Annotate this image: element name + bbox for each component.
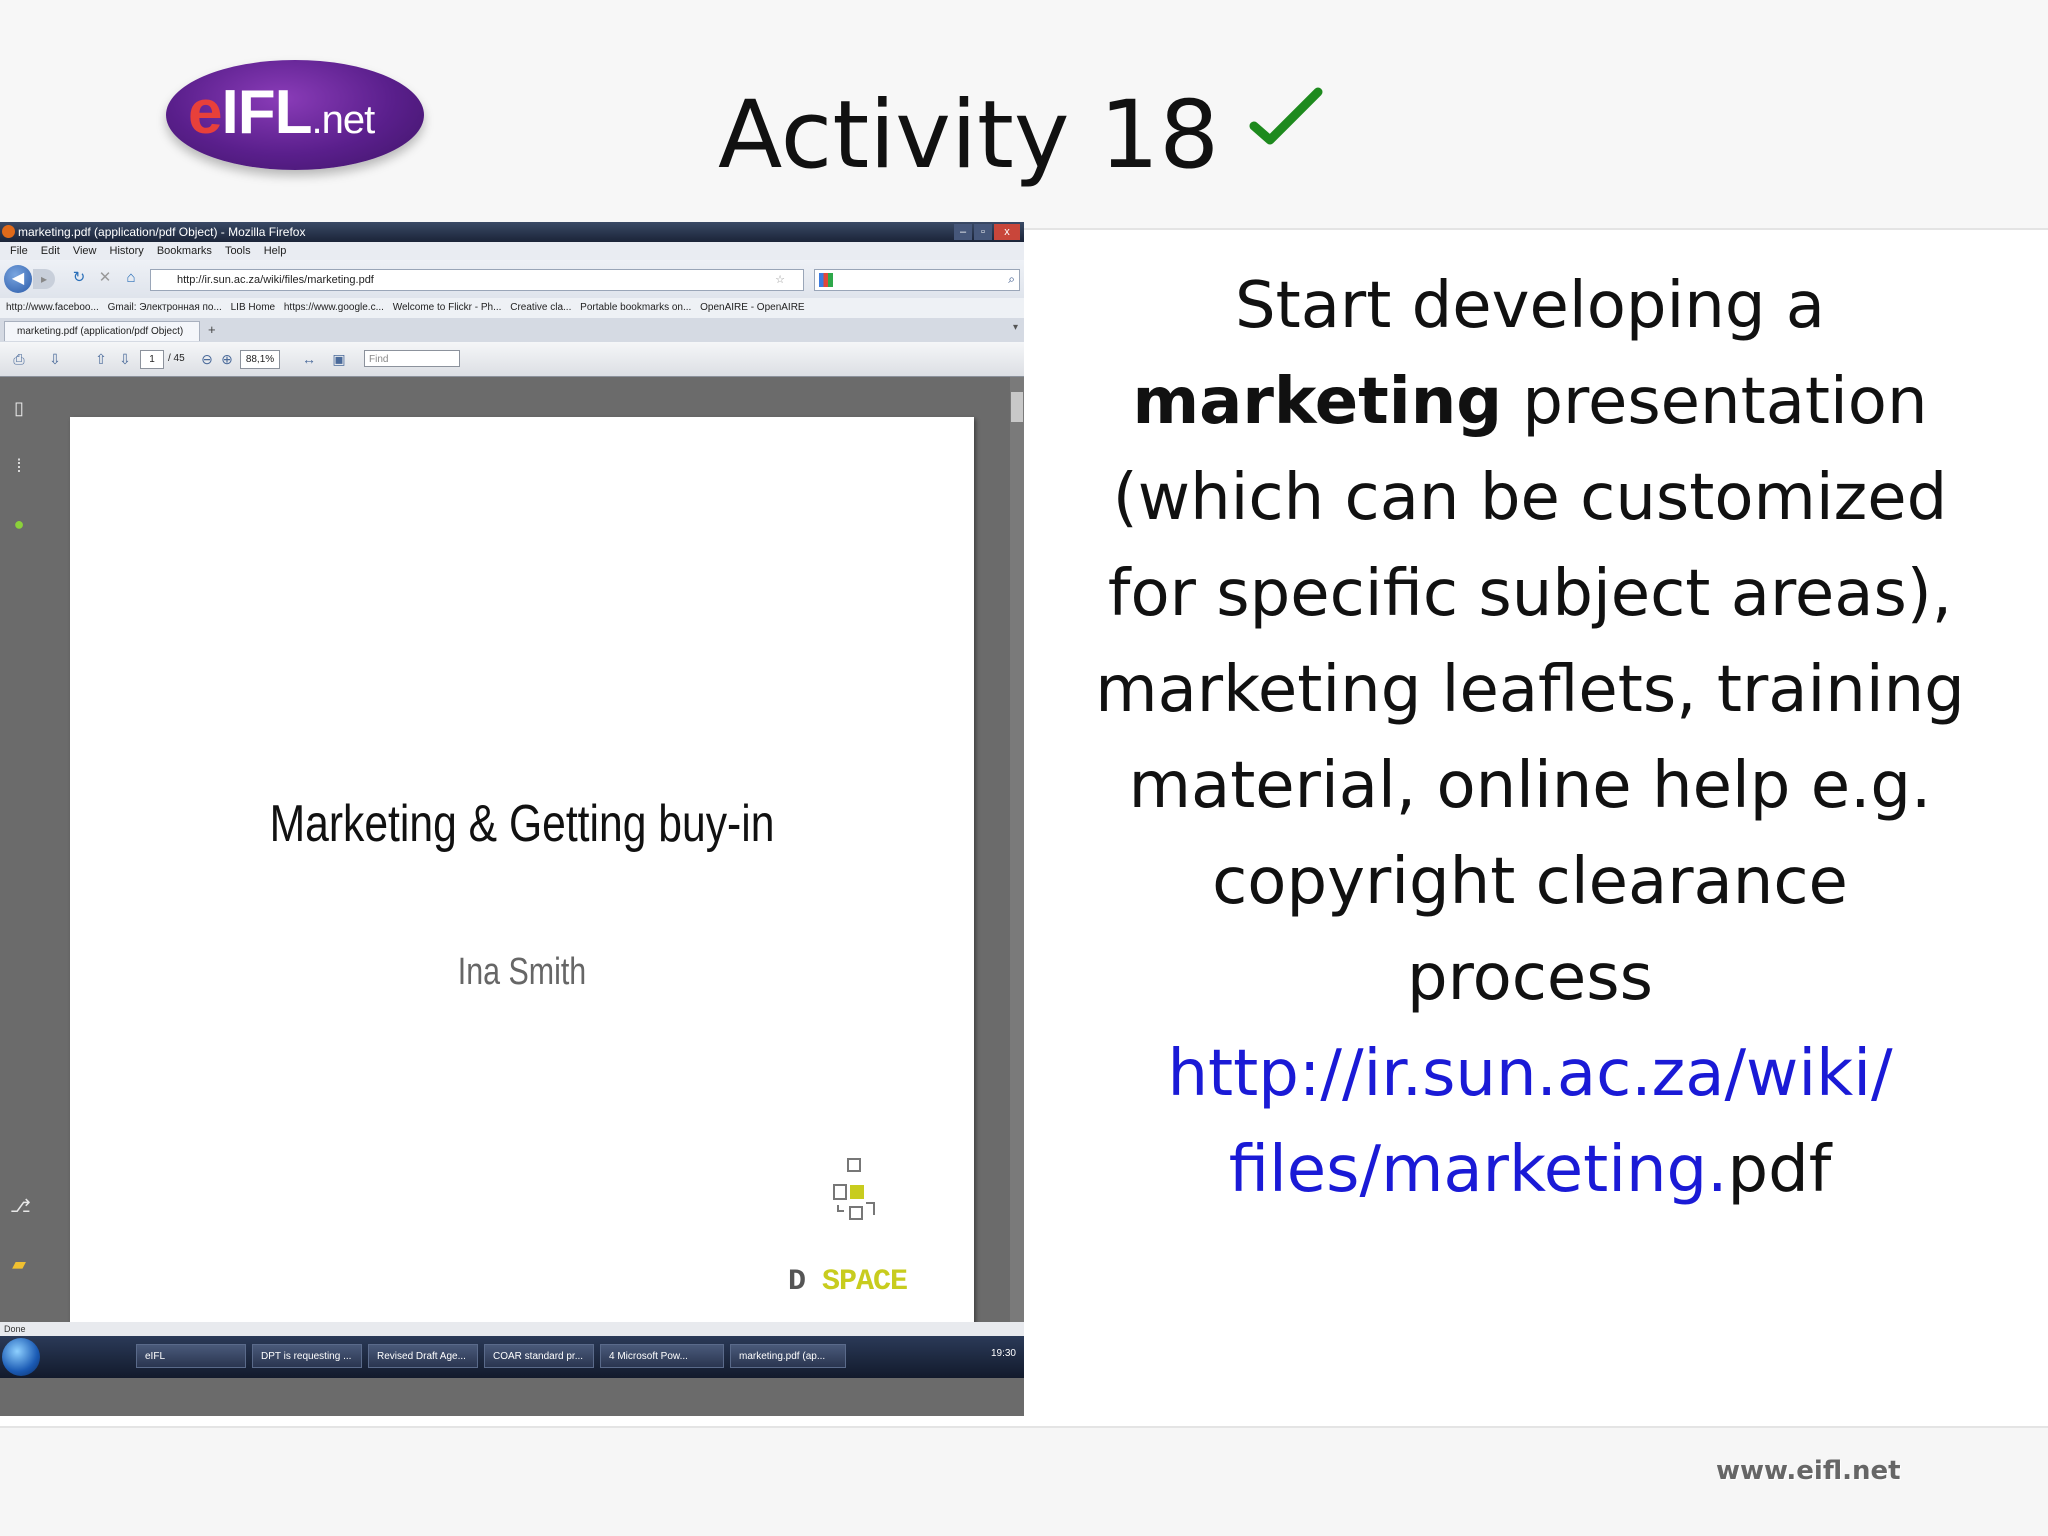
bookmark-item[interactable]: LIB Home	[231, 302, 275, 313]
back-button[interactable]: ◀	[4, 265, 32, 293]
pdf-side-panel: ▯ ⁞ ● ⎇ ▰	[0, 377, 40, 1322]
taskbar-clock: 19:30	[990, 1348, 1016, 1359]
dspace-logo-text: D SPACE	[788, 1265, 908, 1299]
search-field[interactable]: ⌕	[814, 269, 1020, 291]
page-count: / 45	[168, 353, 185, 364]
menu-history[interactable]: History	[110, 245, 144, 257]
tab-marketing-pdf[interactable]: marketing.pdf (application/pdf Object)	[4, 321, 200, 341]
eifl-logo-text: eIFL.net	[188, 78, 375, 147]
fit-width-icon[interactable]: ↔	[300, 350, 318, 368]
body-rest: presentation (which can be customized fo…	[1095, 365, 1965, 1015]
reload-icon[interactable]: ↻	[70, 269, 88, 287]
taskbar-item[interactable]: eIFL	[136, 1344, 246, 1368]
zoom-in-icon[interactable]: ⊕	[218, 350, 236, 368]
bookmark-item[interactable]: Welcome to Flickr - Ph...	[393, 302, 502, 313]
google-icon	[819, 273, 833, 287]
start-button[interactable]	[2, 1338, 40, 1376]
checkmark-icon	[1249, 87, 1323, 145]
next-page-icon[interactable]: ⇩	[116, 350, 134, 368]
url-text: http://ir.sun.ac.za/wiki/files/marketing…	[177, 274, 374, 286]
url-field[interactable]: http://ir.sun.ac.za/wiki/files/marketing…	[150, 269, 804, 291]
bookmark-item[interactable]: https://www.google.c...	[284, 302, 384, 313]
embedded-browser-screenshot: marketing.pdf (application/pdf Object) -…	[0, 222, 1024, 1416]
navigation-toolbar: ◀ ▸ ↻ ✕ ⌂ http://ir.sun.ac.za/wiki/files…	[0, 260, 1024, 298]
marketing-link-continued[interactable]: files/marketing.	[1229, 1133, 1728, 1207]
menu-tools[interactable]: Tools	[225, 245, 251, 257]
close-button[interactable]: x	[994, 224, 1020, 240]
print-icon[interactable]: ⎙	[10, 350, 28, 368]
bookmark-item[interactable]: Gmail: Электронная по...	[108, 302, 222, 313]
taskbar-item[interactable]: 4 Microsoft Pow...	[600, 1344, 724, 1368]
forward-button[interactable]: ▸	[33, 269, 55, 289]
home-icon[interactable]: ⌂	[122, 269, 140, 287]
marketing-link[interactable]: http://ir.sun.ac.za/wiki/	[1167, 1037, 1892, 1111]
pdf-page: Marketing & Getting buy-in Ina Smith D S…	[70, 417, 974, 1329]
bookmark-item[interactable]: Creative cla...	[510, 302, 571, 313]
attachment-icon[interactable]: ⎇	[10, 1195, 31, 1217]
firefox-icon	[2, 225, 15, 238]
find-input[interactable]: Find	[364, 350, 460, 367]
save-icon[interactable]: ⇩	[46, 350, 64, 368]
maximize-button[interactable]: ▫	[974, 224, 992, 240]
windows-taskbar: eIFL DPT is requesting ... Revised Draft…	[0, 1336, 1024, 1378]
taskbar-item[interactable]: Revised Draft Age...	[368, 1344, 478, 1368]
taskbar-item[interactable]: marketing.pdf (ap...	[730, 1344, 846, 1368]
footer-url: www.eifl.net	[1716, 1456, 1901, 1486]
new-tab-button[interactable]: +	[208, 322, 216, 337]
prev-page-icon[interactable]: ⇧	[92, 350, 110, 368]
menu-edit[interactable]: Edit	[41, 245, 60, 257]
menu-help[interactable]: Help	[264, 245, 287, 257]
window-titlebar: marketing.pdf (application/pdf Object) -…	[0, 222, 1024, 242]
pdf-page-author: Ina Smith	[457, 951, 587, 993]
menu-bar: File Edit View History Bookmarks Tools H…	[0, 242, 1024, 260]
bookmarks-toolbar: http://www.faceboo... Gmail: Электронная…	[0, 298, 1024, 319]
comments-icon[interactable]: ▰	[10, 1253, 28, 1275]
menu-file[interactable]: File	[10, 245, 28, 257]
zoom-out-icon[interactable]: ⊖	[198, 350, 216, 368]
minimize-button[interactable]: –	[954, 224, 972, 240]
stop-icon[interactable]: ✕	[96, 269, 114, 287]
bookmarks-icon[interactable]: ⁞	[10, 455, 28, 477]
slide-title: Activity 18	[718, 81, 1220, 190]
pages-icon[interactable]: ▯	[10, 397, 28, 419]
bookmark-item[interactable]: Portable bookmarks on...	[580, 302, 691, 313]
taskbar-item[interactable]: DPT is requesting ...	[252, 1344, 362, 1368]
tab-list-icon[interactable]: ▾	[1013, 322, 1018, 333]
fit-page-icon[interactable]: ▣	[330, 350, 348, 368]
page-number-input[interactable]: 1	[140, 350, 164, 369]
search-icon[interactable]: ⌕	[1008, 272, 1015, 287]
scrollbar-thumb[interactable]	[1011, 392, 1023, 422]
window-title: marketing.pdf (application/pdf Object) -…	[18, 225, 306, 239]
status-bar: Done	[0, 1322, 1024, 1336]
body-bold-marketing: marketing	[1132, 365, 1503, 439]
body-intro: Start developing a	[1234, 269, 1826, 343]
link-suffix: pdf	[1727, 1133, 1832, 1207]
bookmark-star-icon[interactable]: ☆	[775, 270, 785, 290]
slide-body-text: Start developing a marketing presentatio…	[1090, 258, 1970, 1218]
menu-bookmarks[interactable]: Bookmarks	[157, 245, 212, 257]
bookmark-item[interactable]: http://www.faceboo...	[6, 302, 99, 313]
vertical-scrollbar[interactable]	[1010, 377, 1024, 1322]
pdf-toolbar: ⎙ ⇩ ⇧ ⇩ 1 / 45 ⊖ ⊕ 88,1% ↔ ▣ Find	[0, 342, 1024, 377]
zoom-select[interactable]: 88,1%	[240, 350, 280, 369]
taskbar-item[interactable]: COAR standard pr...	[484, 1344, 594, 1368]
help-icon[interactable]: ●	[10, 513, 28, 535]
menu-view[interactable]: View	[73, 245, 97, 257]
bookmark-item[interactable]: OpenAIRE - OpenAIRE	[700, 302, 805, 313]
tab-strip: marketing.pdf (application/pdf Object) +…	[0, 318, 1024, 343]
pdf-page-title: Marketing & Getting buy-in	[269, 795, 775, 853]
